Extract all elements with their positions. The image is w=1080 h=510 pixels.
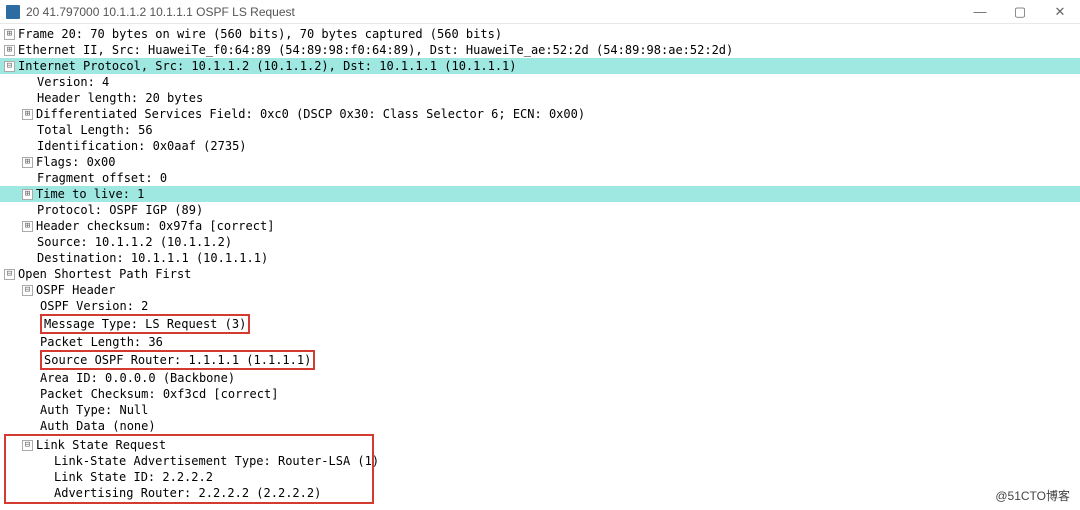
ip-summary: Internet Protocol, Src: 10.1.1.2 (10.1.1… bbox=[18, 58, 517, 74]
tree-row-ospf-areaid[interactable]: Area ID: 0.0.0.0 (Backbone) bbox=[0, 370, 1080, 386]
tree-row-ip-dst[interactable]: Destination: 10.1.1.1 (10.1.1.1) bbox=[0, 250, 1080, 266]
expand-icon[interactable]: ⊞ bbox=[22, 221, 33, 232]
expand-icon[interactable]: ⊞ bbox=[22, 157, 33, 168]
app-icon bbox=[6, 5, 20, 19]
ospf-hdr-label: OSPF Header bbox=[36, 282, 115, 298]
ethernet-summary: Ethernet II, Src: HuaweiTe_f0:64:89 (54:… bbox=[18, 42, 733, 58]
tree-row-ip-cksum[interactable]: ⊞Header checksum: 0x97fa [correct] bbox=[0, 218, 1080, 234]
tree-row-ip-src[interactable]: Source: 10.1.1.2 (10.1.1.2) bbox=[0, 234, 1080, 250]
ospf-summary: Open Shortest Path First bbox=[18, 266, 191, 282]
ospf-msgtype: Message Type: LS Request (3) bbox=[44, 317, 246, 331]
tree-row-ospf-authdata[interactable]: Auth Data (none) bbox=[0, 418, 1080, 434]
ip-ttl: Time to live: 1 bbox=[36, 186, 144, 202]
expand-icon[interactable]: ⊞ bbox=[4, 45, 15, 56]
tree-row-ospf-plen[interactable]: Packet Length: 36 bbox=[0, 334, 1080, 350]
ip-version: Version: 4 bbox=[37, 74, 109, 90]
tree-row-ip-tlen[interactable]: Total Length: 56 bbox=[0, 122, 1080, 138]
ospf-areaid: Area ID: 0.0.0.0 (Backbone) bbox=[40, 370, 235, 386]
ospf-authtype: Auth Type: Null bbox=[40, 402, 148, 418]
ip-hlen: Header length: 20 bytes bbox=[37, 90, 203, 106]
maximize-button[interactable]: ▢ bbox=[1000, 0, 1040, 23]
ip-fragoff: Fragment offset: 0 bbox=[37, 170, 167, 186]
ip-dsfield: Differentiated Services Field: 0xc0 (DSC… bbox=[36, 106, 585, 122]
tree-row-lsr[interactable]: ⊟ Link State Request bbox=[8, 437, 370, 453]
ospf-authdata: Auth Data (none) bbox=[40, 418, 156, 434]
tree-row-ospf-ver[interactable]: OSPF Version: 2 bbox=[0, 298, 1080, 314]
tree-row-frame[interactable]: ⊞ Frame 20: 70 bytes on wire (560 bits),… bbox=[0, 26, 1080, 42]
packet-details-pane: ⊞ Frame 20: 70 bytes on wire (560 bits),… bbox=[0, 24, 1080, 504]
ospf-srcrtr: Source OSPF Router: 1.1.1.1 (1.1.1.1) bbox=[44, 353, 311, 367]
expand-icon[interactable]: ⊞ bbox=[4, 29, 15, 40]
collapse-icon[interactable]: ⊟ bbox=[4, 269, 15, 280]
tree-row-ip-dsfield[interactable]: ⊞Differentiated Services Field: 0xc0 (DS… bbox=[0, 106, 1080, 122]
frame-summary: Frame 20: 70 bytes on wire (560 bits), 7… bbox=[18, 26, 502, 42]
window-title: 20 41.797000 10.1.1.2 10.1.1.1 OSPF LS R… bbox=[26, 5, 960, 19]
ospf-pkcksum: Packet Checksum: 0xf3cd [correct] bbox=[40, 386, 278, 402]
collapse-icon[interactable]: ⊟ bbox=[22, 285, 33, 296]
tree-row-ospf[interactable]: ⊟ Open Shortest Path First bbox=[0, 266, 1080, 282]
expand-icon[interactable]: ⊞ bbox=[22, 189, 33, 200]
tree-row-ip-version[interactable]: Version: 4 bbox=[0, 74, 1080, 90]
ip-tlen: Total Length: 56 bbox=[37, 122, 153, 138]
collapse-icon[interactable]: ⊟ bbox=[4, 61, 15, 72]
tree-row-ethernet[interactable]: ⊞ Ethernet II, Src: HuaweiTe_f0:64:89 (5… bbox=[0, 42, 1080, 58]
tree-row-ospf-msgtype[interactable]: Message Type: LS Request (3) bbox=[0, 314, 1080, 334]
tree-row-ip-fragoff[interactable]: Fragment offset: 0 bbox=[0, 170, 1080, 186]
highlight-box: Source OSPF Router: 1.1.1.1 (1.1.1.1) bbox=[40, 350, 315, 370]
tree-row-lsr-lsid[interactable]: Link State ID: 2.2.2.2 bbox=[8, 469, 370, 485]
watermark: @51CTO博客 bbox=[995, 487, 1070, 504]
lsr-summary: Link State Request bbox=[36, 437, 166, 453]
highlight-box: Message Type: LS Request (3) bbox=[40, 314, 250, 334]
collapse-icon[interactable]: ⊟ bbox=[22, 440, 33, 451]
tree-row-ospf-srcrtr[interactable]: Source OSPF Router: 1.1.1.1 (1.1.1.1) bbox=[0, 350, 1080, 370]
tree-row-lsr-advrtr[interactable]: Advertising Router: 2.2.2.2 (2.2.2.2) bbox=[8, 485, 370, 501]
highlight-box-lsr: ⊟ Link State Request Link-State Advertis… bbox=[4, 434, 374, 504]
ospf-ver: OSPF Version: 2 bbox=[40, 298, 148, 314]
ip-cksum: Header checksum: 0x97fa [correct] bbox=[36, 218, 274, 234]
tree-row-ip-ident[interactable]: Identification: 0x0aaf (2735) bbox=[0, 138, 1080, 154]
tree-row-lsr-type[interactable]: Link-State Advertisement Type: Router-LS… bbox=[8, 453, 370, 469]
tree-row-ip-hlen[interactable]: Header length: 20 bytes bbox=[0, 90, 1080, 106]
close-button[interactable]: ✕ bbox=[1040, 0, 1080, 23]
lsr-advrtr: Advertising Router: 2.2.2.2 (2.2.2.2) bbox=[54, 485, 321, 501]
tree-row-ospf-hdr[interactable]: ⊟ OSPF Header bbox=[0, 282, 1080, 298]
lsr-lsatype: Link-State Advertisement Type: Router-LS… bbox=[54, 453, 379, 469]
tree-row-ip-flags[interactable]: ⊞Flags: 0x00 bbox=[0, 154, 1080, 170]
tree-row-ospf-authtype[interactable]: Auth Type: Null bbox=[0, 402, 1080, 418]
window-controls: — ▢ ✕ bbox=[960, 0, 1080, 23]
expand-icon[interactable]: ⊞ bbox=[22, 109, 33, 120]
ip-ident: Identification: 0x0aaf (2735) bbox=[37, 138, 247, 154]
ip-dst: Destination: 10.1.1.1 (10.1.1.1) bbox=[37, 250, 268, 266]
tree-row-ospf-pkcksum[interactable]: Packet Checksum: 0xf3cd [correct] bbox=[0, 386, 1080, 402]
ip-src: Source: 10.1.1.2 (10.1.1.2) bbox=[37, 234, 232, 250]
window-titlebar: 20 41.797000 10.1.1.2 10.1.1.1 OSPF LS R… bbox=[0, 0, 1080, 24]
lsr-lsid: Link State ID: 2.2.2.2 bbox=[54, 469, 213, 485]
minimize-button[interactable]: — bbox=[960, 0, 1000, 23]
ospf-plen: Packet Length: 36 bbox=[40, 334, 163, 350]
ip-proto: Protocol: OSPF IGP (89) bbox=[37, 202, 203, 218]
tree-row-ip[interactable]: ⊟ Internet Protocol, Src: 10.1.1.2 (10.1… bbox=[0, 58, 1080, 74]
tree-row-ip-proto[interactable]: Protocol: OSPF IGP (89) bbox=[0, 202, 1080, 218]
tree-row-ip-ttl[interactable]: ⊞Time to live: 1 bbox=[0, 186, 1080, 202]
ip-flags: Flags: 0x00 bbox=[36, 154, 115, 170]
